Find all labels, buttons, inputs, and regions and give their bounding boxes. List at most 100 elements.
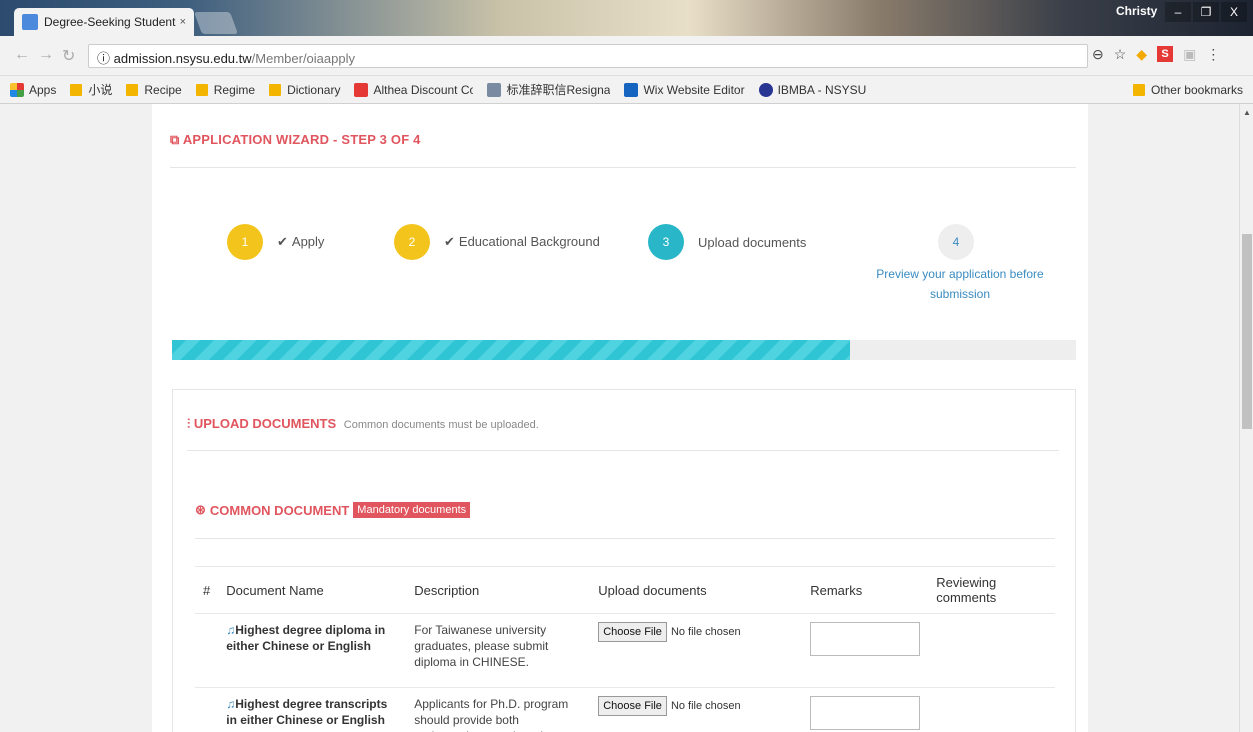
step-number: 3 (648, 224, 684, 260)
apps-grid-icon (10, 82, 24, 97)
other-bookmarks[interactable]: Other bookmarks (1132, 82, 1243, 97)
bookmark-label: 小说 (88, 83, 113, 97)
col-remarks: Remarks (802, 566, 929, 614)
scroll-up-icon[interactable]: ▲ (1243, 108, 1251, 117)
info-icon[interactable]: ⓘ (97, 51, 110, 66)
extension-s-icon[interactable]: S (1157, 46, 1174, 62)
step-label: Upload documents (698, 234, 807, 250)
wizard-step-2[interactable]: 2 ✔ Educational Background (394, 224, 600, 260)
reviewing-comments-cell (928, 687, 1055, 732)
step-number: 1 (227, 224, 263, 260)
remarks-cell (802, 687, 929, 732)
bookmark-label: Dictionary (287, 82, 341, 97)
bookmark-star-icon[interactable]: ☆ (1114, 46, 1127, 63)
wix-icon (624, 82, 639, 97)
gift-icon (354, 82, 369, 97)
address-bar[interactable]: ⓘ admission.nsysu.edu.tw/Member/oiaapply (88, 44, 1088, 68)
common-document-label: COMMON DOCUMENT (209, 502, 350, 518)
document-name-text: Highest degree transcripts in either Chi… (226, 697, 388, 727)
upload-cell: Choose File No file chosen (590, 687, 803, 732)
back-icon[interactable]: ← (14, 46, 30, 64)
bookmark-folder[interactable]: Dictionary (269, 83, 340, 97)
bookmark-link[interactable]: Althea Discount Code (354, 82, 474, 97)
wizard-progress-bar (172, 340, 1076, 360)
layers-icon: ⧉ (170, 132, 180, 147)
dribbble-icon: ⊛ (195, 502, 206, 517)
application-card: ⧉ APPLICATION WIZARD - STEP 3 OF 4 1 ✔ Ap… (152, 104, 1088, 732)
bookmark-label: Other bookmarks (1150, 82, 1243, 97)
row-number (195, 613, 219, 688)
bookmark-label: Althea Discount Code (373, 82, 474, 97)
folder-icon (70, 83, 83, 96)
restore-button[interactable]: ❐ (1193, 2, 1219, 22)
remarks-input[interactable] (810, 696, 921, 730)
document-description: Applicants for Ph.D. program should prov… (406, 687, 591, 732)
document-description: For Taiwanese university graduates, plea… (406, 613, 591, 688)
bell-icon: ♫ (226, 623, 236, 637)
pdf-extension-icon[interactable]: ▣ (1183, 46, 1196, 63)
close-window-button[interactable]: X (1221, 2, 1247, 22)
progress-fill (172, 340, 850, 360)
choose-file-button[interactable]: Choose File (598, 622, 667, 642)
divider (195, 538, 1055, 539)
reviewing-comments-cell (928, 613, 1055, 688)
step-label: Educational Background (458, 234, 600, 249)
documents-table: # Document Name Description Upload docum… (195, 566, 1055, 732)
bookmark-folder[interactable]: Recipe (126, 82, 182, 97)
document-name: ♫Highest degree transcripts in either Ch… (218, 687, 407, 732)
row-number (195, 687, 219, 732)
choose-file-button[interactable]: Choose File (598, 696, 667, 716)
col-reviewing-comments: Reviewing comments (928, 566, 1055, 614)
upload-section-title: ⫶ UPLOAD DOCUMENTS Common documents must… (187, 416, 539, 432)
bookmark-link[interactable]: IBMBA - NSYSU (758, 82, 867, 97)
table-row: ♫Highest degree transcripts in either Ch… (195, 687, 1055, 732)
col-upload: Upload documents (590, 566, 803, 614)
upload-title: UPLOAD DOCUMENTS (193, 416, 337, 431)
forward-icon[interactable]: → (38, 46, 54, 64)
bookmark-label: Apps (29, 82, 57, 97)
bookmark-label: Recipe (144, 82, 182, 97)
zoom-icon[interactable]: ⊖ (1092, 46, 1104, 63)
reload-icon[interactable]: ↻ (62, 46, 75, 66)
step-4-label[interactable]: Preview your application before submissi… (862, 264, 1058, 304)
col-description: Description (406, 566, 591, 614)
profile-name[interactable]: Christy (1116, 4, 1157, 18)
bookmark-folder[interactable]: 小说 (70, 81, 112, 98)
no-file-text: No file chosen (670, 700, 741, 712)
wizard-title: ⧉ APPLICATION WIZARD - STEP 3 OF 4 (170, 132, 421, 148)
table-row: ♫Highest degree diploma in either Chines… (195, 613, 1055, 688)
bookmark-folder[interactable]: Regime (195, 83, 255, 97)
bookmark-apps[interactable]: Apps (10, 82, 57, 97)
bell-icon: ♫ (226, 697, 236, 711)
wizard-step-4[interactable]: 4 (938, 224, 974, 260)
folder-icon (269, 83, 282, 96)
folder-icon (126, 83, 139, 96)
bookmarks-bar: Apps 小说 Recipe Regime Dictionary Althea … (0, 76, 1253, 104)
browser-tab[interactable]: Degree-Seeking Student × (14, 8, 194, 36)
tab-close-icon[interactable]: × (180, 16, 186, 28)
mandatory-badge: Mandatory documents (353, 502, 471, 518)
folder-icon (195, 83, 208, 96)
page-viewport: ⧉ APPLICATION WIZARD - STEP 3 OF 4 1 ✔ Ap… (0, 104, 1253, 732)
divider (170, 167, 1076, 168)
wizard-step-3[interactable]: 3 Upload documents (648, 224, 806, 260)
bookmark-label: Wix Website Editor (643, 82, 745, 97)
common-document-title: ⊛ COMMON DOCUMENT Mandatory documents (195, 502, 471, 518)
upload-cell: Choose File No file chosen (590, 613, 803, 688)
bookmark-label: IBMBA - NSYSU (777, 82, 867, 97)
site-favicon-icon (22, 14, 38, 30)
page-scrollbar[interactable]: ▲ (1239, 104, 1253, 732)
wizard-step-1[interactable]: 1 ✔ Apply (227, 224, 324, 260)
url-host: admission.nsysu.edu.tw (113, 51, 252, 66)
table-header-row: # Document Name Description Upload docum… (195, 566, 1055, 614)
globe-icon (758, 82, 773, 97)
remarks-input[interactable] (810, 622, 921, 656)
menu-icon[interactable]: ⋮ (1206, 46, 1220, 63)
minimize-button[interactable]: – (1165, 2, 1191, 22)
document-name-text: Highest degree diploma in either Chinese… (226, 623, 386, 653)
scrollbar-thumb[interactable] (1242, 234, 1252, 429)
bookmark-link[interactable]: 标准辞职信Resignatio (487, 81, 610, 98)
extension-icon[interactable]: ◆ (1136, 46, 1147, 63)
new-tab-button[interactable] (193, 12, 239, 34)
bookmark-link[interactable]: Wix Website Editor (624, 82, 745, 97)
